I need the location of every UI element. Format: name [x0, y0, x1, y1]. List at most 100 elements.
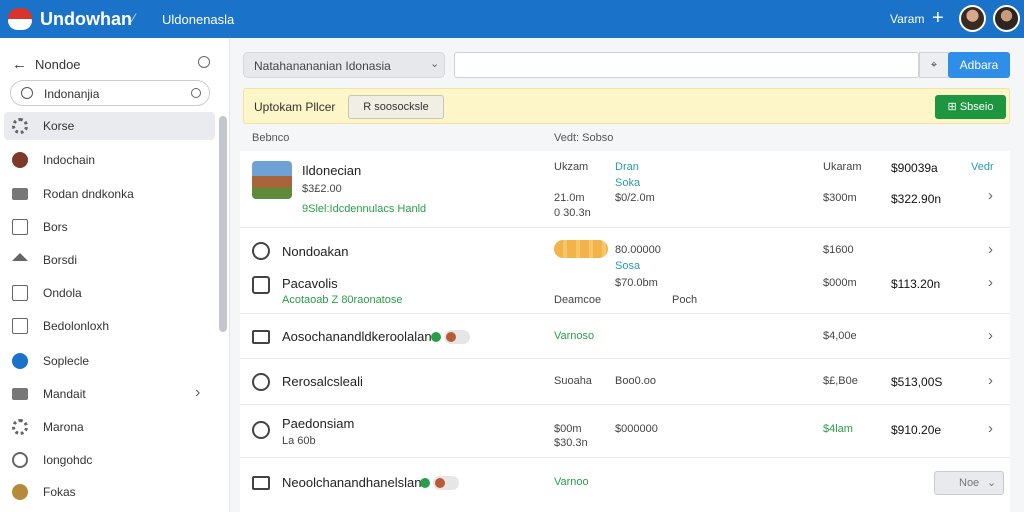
- chevron-right-icon[interactable]: ›: [195, 384, 200, 402]
- chevron-right-icon[interactable]: ›: [988, 420, 993, 437]
- sidebar-item-3[interactable]: Bors: [4, 213, 215, 241]
- sidebar-item-0[interactable]: Korse: [4, 112, 215, 140]
- clear-search-icon[interactable]: [191, 88, 201, 98]
- list-item[interactable]: Nondoakan 80.00000 Sosa $1600 › Pacavoli…: [240, 228, 1010, 314]
- region-select-value: Natahanananian Idonasia: [254, 59, 391, 73]
- list-item[interactable]: Ildonecian $3£2.00 9Slel:Idcdennulacs Ha…: [240, 151, 1010, 228]
- list-item[interactable]: Rerosalcsleali Suoaha Boo0.oo $£,B0e $51…: [240, 359, 1010, 405]
- cell-a1: Varnoo: [554, 476, 589, 488]
- clock-icon: [252, 421, 270, 439]
- sidebar-item-6[interactable]: Bedolonloxh: [4, 312, 215, 340]
- chevron-right-icon[interactable]: ›: [988, 241, 993, 258]
- cell-c1: $000m: [823, 277, 857, 289]
- edit-title-icon[interactable]: ⁄: [133, 11, 135, 25]
- card-icon: [252, 330, 270, 344]
- cell-b3: $0/2.0m: [615, 192, 655, 204]
- speed-icon: [252, 242, 270, 260]
- item-title[interactable]: Pacavolis: [282, 276, 338, 291]
- sidebar-item-label: Marona: [43, 420, 84, 434]
- chevron-right-icon[interactable]: ›: [988, 187, 993, 204]
- sidebar-scrollbar[interactable]: [219, 116, 227, 332]
- folder-icon: [12, 388, 28, 400]
- banner-action-button[interactable]: R soosocksle: [348, 95, 444, 119]
- blue-circle-icon: [12, 353, 28, 369]
- cell-a1: Ukzam: [554, 161, 589, 173]
- list-item[interactable]: Aosochanandldkeroolalan Varnoso $4,00e ›: [240, 314, 1010, 359]
- sidebar-item-11[interactable]: Fokas: [4, 478, 215, 506]
- item-price: $3£2.00: [302, 183, 342, 195]
- chevron-down-icon: ⌄: [430, 58, 440, 70]
- checkbox[interactable]: [252, 276, 270, 294]
- item-subtitle: La 60b: [282, 435, 316, 447]
- add-icon[interactable]: +: [932, 6, 944, 30]
- thumbnail-image: [252, 161, 292, 199]
- avatar-secondary[interactable]: [993, 5, 1020, 32]
- primary-action-button[interactable]: Adbara: [948, 52, 1010, 78]
- status-badge: [433, 476, 459, 490]
- gold-circle-icon: [12, 484, 28, 500]
- item-title[interactable]: Ildonecian: [302, 163, 361, 178]
- sidebar-search-value: Indonanjia: [44, 87, 100, 101]
- chevron-down-icon: ⌄: [987, 477, 997, 489]
- settings-icon[interactable]: [198, 56, 210, 68]
- view-link[interactable]: Vedr: [971, 161, 994, 173]
- flag-circle-icon: [12, 152, 28, 168]
- page-subtitle: Uldonenasla: [162, 12, 235, 27]
- chevron-right-icon[interactable]: ›: [988, 274, 993, 291]
- sidebar-search[interactable]: Indonanjia: [10, 80, 210, 106]
- sidebar-item-label: Iongohdc: [43, 453, 93, 467]
- cell-c1: $4lam: [823, 423, 853, 435]
- status-badge: [444, 330, 470, 344]
- list-item[interactable]: Neoolchanandhanelslan Varnoo Noe ⌄: [240, 458, 1010, 512]
- cell-b1[interactable]: Dran: [615, 161, 639, 173]
- column-header-name[interactable]: Bebnco: [252, 132, 289, 144]
- gear-icon: [12, 419, 28, 435]
- cell-d1: $90039a: [891, 161, 938, 175]
- item-title[interactable]: Nondoakan: [282, 244, 349, 259]
- cell-a1: Suoaha: [554, 375, 592, 387]
- sidebar-item-8[interactable]: Mandait ›: [4, 380, 215, 408]
- banner-green-button-label: Sbseio: [959, 101, 994, 113]
- sidebar-item-label: Rodan dndkonka: [43, 187, 134, 201]
- banner-green-button[interactable]: ⊞ Sbseio: [935, 95, 1006, 119]
- back-link[interactable]: ← Nondoe: [12, 56, 81, 73]
- sidebar-item-4[interactable]: Borsdi: [4, 246, 215, 274]
- sidebar-item-label: Ondola: [43, 286, 82, 300]
- search-icon: [252, 373, 270, 391]
- sidebar-item-label: Korse: [43, 119, 75, 133]
- column-header-vedt[interactable]: Vedt: Sobso: [554, 132, 613, 144]
- document-icon: [12, 219, 28, 235]
- chevron-right-icon[interactable]: ›: [988, 327, 993, 344]
- list-item[interactable]: Paedonsiam La 60b $00m $30.3n $000000 $4…: [240, 405, 1010, 458]
- search-input[interactable]: ⌖: [454, 52, 949, 78]
- region-select[interactable]: Natahanananian Idonasia ⌄: [243, 52, 445, 78]
- item-title[interactable]: Neoolchanandhanelslan: [282, 475, 422, 490]
- sidebar-item-label: Bors: [43, 220, 68, 234]
- circle-icon: [12, 452, 28, 468]
- cell-a1: $00m: [554, 423, 582, 435]
- sidebar-item-9[interactable]: Marona: [4, 413, 215, 441]
- gear-icon: [12, 118, 28, 134]
- item-title[interactable]: Rerosalcsleali: [282, 374, 363, 389]
- sidebar-item-5[interactable]: Ondola: [4, 279, 215, 307]
- chevron-right-icon[interactable]: ›: [988, 372, 993, 389]
- cell-b1: $000000: [615, 423, 658, 435]
- user-label[interactable]: Varam: [890, 12, 924, 26]
- sidebar-item-2[interactable]: Rodan dndkonka: [4, 180, 215, 208]
- item-title[interactable]: Paedonsiam: [282, 416, 354, 431]
- sidebar-item-10[interactable]: Iongohdc: [4, 446, 215, 474]
- item-title[interactable]: Aosochanandldkeroolalan: [282, 329, 432, 344]
- cell-b2: Soka: [615, 177, 641, 189]
- avatar[interactable]: [959, 5, 986, 32]
- cell-d1: $513,00S: [891, 375, 943, 389]
- grid-icon: ⊞: [947, 101, 957, 113]
- sidebar-item-1[interactable]: Indochain: [4, 146, 215, 174]
- logo-icon[interactable]: [8, 8, 32, 30]
- cell-b2: Sosa: [615, 260, 641, 272]
- search-options-button[interactable]: ⌖: [919, 52, 949, 78]
- sidebar-item-7[interactable]: Soplecle: [4, 347, 215, 375]
- card-icon: [252, 476, 270, 490]
- row-action-button[interactable]: Noe ⌄: [934, 471, 1004, 495]
- sidebar-item-label: Soplecle: [43, 354, 90, 368]
- cell-a1: Deamcoe: [554, 294, 602, 306]
